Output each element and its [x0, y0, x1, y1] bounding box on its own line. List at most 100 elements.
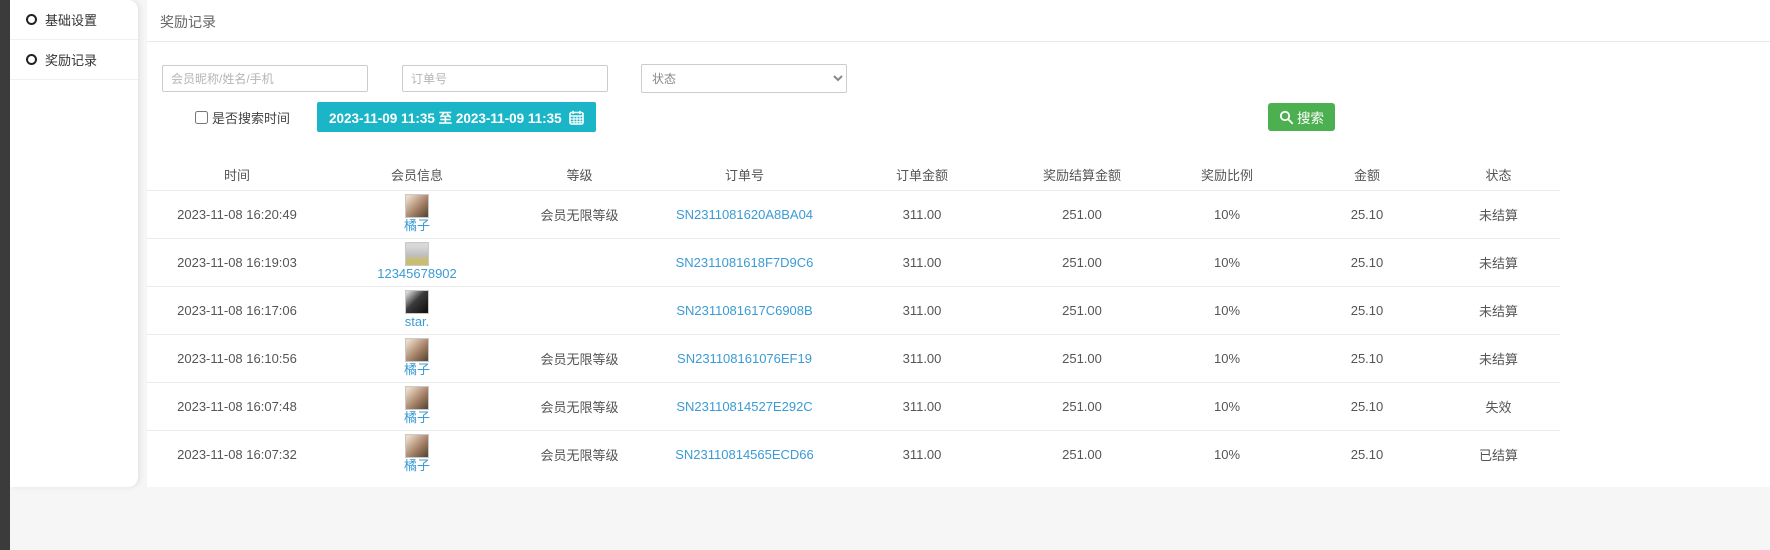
cell-level: 会员无限等级	[507, 430, 652, 478]
cell-order-amount: 311.00	[837, 334, 1007, 382]
cell-amount: 25.10	[1297, 382, 1437, 430]
status-badge: 已结算	[1437, 430, 1560, 478]
cell-order-amount: 311.00	[837, 190, 1007, 238]
header-settle-amount: 奖励结算金额	[1007, 160, 1157, 190]
cell-time: 2023-11-08 16:20:49	[147, 190, 327, 238]
header-amount: 金额	[1297, 160, 1437, 190]
order-number-link[interactable]: SN231108161076EF19	[677, 351, 812, 366]
search-time-checkbox-label[interactable]: 是否搜索时间	[195, 108, 290, 127]
member-avatar	[405, 338, 429, 362]
cell-ratio: 10%	[1157, 286, 1297, 334]
order-number-link[interactable]: SN23110814565ECD66	[675, 447, 814, 462]
sidebar-item-basic-settings[interactable]: 基础设置	[10, 0, 138, 40]
window-left-edge	[0, 0, 10, 550]
status-badge: 未结算	[1437, 334, 1560, 382]
table-row: 2023-11-08 16:10:56 橘子 会员无限等级 SN23110816…	[147, 334, 1560, 382]
member-name-link[interactable]: 橘子	[404, 219, 430, 234]
cell-member: 橘子	[327, 334, 507, 382]
cell-order-amount: 311.00	[837, 382, 1007, 430]
cell-order-amount: 311.00	[837, 430, 1007, 478]
cell-order: SN2311081618F7D9C6	[652, 238, 837, 286]
cell-ratio: 10%	[1157, 382, 1297, 430]
circle-bullet-icon	[26, 14, 37, 25]
cell-ratio: 10%	[1157, 238, 1297, 286]
order-number-input[interactable]	[402, 65, 608, 92]
cell-ratio: 10%	[1157, 430, 1297, 478]
cell-level	[507, 286, 652, 334]
header-time: 时间	[147, 160, 327, 190]
date-range-text: 2023-11-09 11:35 至 2023-11-09 11:35	[329, 107, 562, 127]
cell-ratio: 10%	[1157, 334, 1297, 382]
search-button-text: 搜索	[1297, 107, 1324, 127]
cell-amount: 25.10	[1297, 334, 1437, 382]
order-number-link[interactable]: SN2311081617C6908B	[676, 303, 812, 318]
cell-settle-amount: 251.00	[1007, 382, 1157, 430]
cell-order: SN23110814565ECD66	[652, 430, 837, 478]
search-icon	[1279, 110, 1294, 125]
cell-time: 2023-11-08 16:07:48	[147, 382, 327, 430]
cell-level: 会员无限等级	[507, 382, 652, 430]
cell-settle-amount: 251.00	[1007, 190, 1157, 238]
cell-amount: 25.10	[1297, 286, 1437, 334]
status-badge: 未结算	[1437, 238, 1560, 286]
cell-level	[507, 238, 652, 286]
filter-bar: 状态 是否搜索时间 2023-11-09 11:35 至 2023-11-09 …	[147, 42, 1770, 160]
member-name-link[interactable]: 橘子	[404, 363, 430, 378]
cell-amount: 25.10	[1297, 190, 1437, 238]
table-row: 2023-11-08 16:19:03 12345678902 SN231108…	[147, 238, 1560, 286]
header-order-amount: 订单金额	[837, 160, 1007, 190]
date-range-button[interactable]: 2023-11-09 11:35 至 2023-11-09 11:35	[317, 102, 596, 132]
cell-order: SN231108161076EF19	[652, 334, 837, 382]
cell-amount: 25.10	[1297, 430, 1437, 478]
cell-settle-amount: 251.00	[1007, 238, 1157, 286]
cell-time: 2023-11-08 16:17:06	[147, 286, 327, 334]
member-name-link[interactable]: 12345678902	[377, 267, 457, 282]
cell-member: 橘子	[327, 190, 507, 238]
member-name-link[interactable]: 橘子	[404, 459, 430, 474]
status-select[interactable]: 状态	[641, 64, 847, 93]
status-badge: 失效	[1437, 382, 1560, 430]
table-row: 2023-11-08 16:17:06 star. SN2311081617C6…	[147, 286, 1560, 334]
cell-time: 2023-11-08 16:07:32	[147, 430, 327, 478]
cell-order-amount: 311.00	[837, 238, 1007, 286]
cell-settle-amount: 251.00	[1007, 430, 1157, 478]
cell-time: 2023-11-08 16:19:03	[147, 238, 327, 286]
reward-records-table: 时间 会员信息 等级 订单号 订单金额 奖励结算金额 奖励比例 金额 状态 20…	[147, 160, 1560, 478]
search-time-checkbox[interactable]	[195, 111, 208, 124]
member-name-link[interactable]: star.	[405, 315, 430, 330]
table-row: 2023-11-08 16:20:49 橘子 会员无限等级 SN23110816…	[147, 190, 1560, 238]
header-status: 状态	[1437, 160, 1560, 190]
order-number-link[interactable]: SN2311081620A8BA04	[676, 207, 813, 222]
search-button[interactable]: 搜索	[1268, 103, 1335, 131]
calendar-icon	[569, 110, 584, 125]
checkbox-label-text: 是否搜索时间	[212, 108, 290, 127]
member-avatar	[405, 386, 429, 410]
member-search-input[interactable]	[162, 65, 368, 92]
cell-level: 会员无限等级	[507, 190, 652, 238]
sidebar: 基础设置 奖励记录	[10, 0, 138, 487]
circle-bullet-icon	[26, 54, 37, 65]
cell-settle-amount: 251.00	[1007, 286, 1157, 334]
cell-order: SN23110814527E292C	[652, 382, 837, 430]
status-badge: 未结算	[1437, 190, 1560, 238]
table-row: 2023-11-08 16:07:48 橘子 会员无限等级 SN23110814…	[147, 382, 1560, 430]
status-badge: 未结算	[1437, 286, 1560, 334]
cell-time: 2023-11-08 16:10:56	[147, 334, 327, 382]
order-number-link[interactable]: SN23110814527E292C	[676, 399, 812, 414]
page-title: 奖励记录	[147, 0, 1770, 41]
sidebar-item-label: 基础设置	[45, 10, 97, 29]
member-avatar	[405, 290, 429, 314]
table-row: 2023-11-08 16:07:32 橘子 会员无限等级 SN23110814…	[147, 430, 1560, 478]
sidebar-item-reward-records[interactable]: 奖励记录	[10, 40, 138, 80]
member-name-link[interactable]: 橘子	[404, 411, 430, 426]
cell-order-amount: 311.00	[837, 286, 1007, 334]
cell-settle-amount: 251.00	[1007, 334, 1157, 382]
header-ratio: 奖励比例	[1157, 160, 1297, 190]
header-member-info: 会员信息	[327, 160, 507, 190]
order-number-link[interactable]: SN2311081618F7D9C6	[676, 255, 814, 270]
member-avatar	[405, 194, 429, 218]
cell-level: 会员无限等级	[507, 334, 652, 382]
cell-member: 橘子	[327, 382, 507, 430]
cell-ratio: 10%	[1157, 190, 1297, 238]
cell-member: 橘子	[327, 430, 507, 478]
